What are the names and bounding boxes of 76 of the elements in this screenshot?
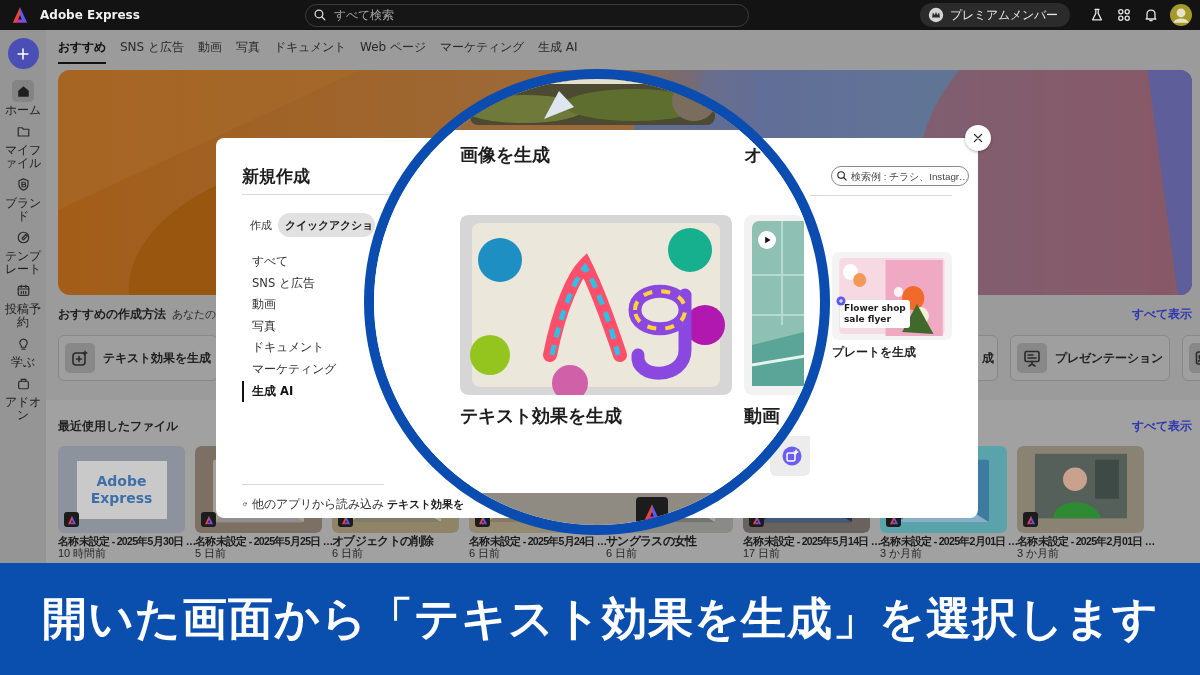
app-name: Adobe Express bbox=[40, 8, 140, 22]
file-time: 3 か月前 bbox=[1017, 547, 1061, 559]
quick-action-card[interactable]: テキスト効果を生成 bbox=[58, 335, 218, 381]
file-time: 17 日前 bbox=[743, 547, 782, 559]
card-title: テキスト効果を bbox=[387, 498, 464, 512]
import-link[interactable]: 他のアプリから読み込み bbox=[242, 497, 384, 512]
file-time: 5 日前 bbox=[195, 547, 228, 559]
category-tab[interactable]: マーケティング bbox=[440, 39, 524, 64]
bag-icon bbox=[15, 375, 31, 391]
search-icon bbox=[313, 7, 327, 22]
category-tab[interactable]: Web ページ bbox=[360, 39, 426, 64]
category-tab[interactable]: SNS と広告 bbox=[120, 39, 185, 64]
category-item[interactable]: 生成 AI bbox=[242, 380, 294, 403]
calendar-icon bbox=[15, 282, 31, 298]
logo-icon[interactable] bbox=[11, 6, 29, 24]
nav-item[interactable]: アドオン bbox=[0, 372, 46, 422]
file-time: 6 日前 bbox=[332, 547, 365, 559]
nav-item[interactable]: 学ぶ bbox=[0, 332, 46, 369]
category-item[interactable]: ドキュメント bbox=[242, 337, 324, 359]
document-title: Adobe Express bbox=[76, 460, 167, 519]
file-name[interactable]: 名称未設定 - 2025年5月14日 … bbox=[743, 535, 880, 547]
file-time: 10 時間前 bbox=[58, 547, 107, 559]
avatar[interactable] bbox=[1170, 4, 1192, 26]
presentation-icon bbox=[1022, 348, 1042, 368]
template-icon bbox=[15, 229, 31, 245]
app-badge-icon bbox=[64, 512, 79, 527]
file-name[interactable]: 名称未設定 - 2025年5月30日 … bbox=[58, 535, 195, 547]
app-badge-icon bbox=[1023, 512, 1038, 527]
file-name[interactable]: 名称未設定 - 2025年2月01日 … bbox=[880, 535, 1017, 547]
nav-item[interactable]: テンプレート bbox=[0, 226, 46, 276]
flask-icon[interactable] bbox=[1089, 7, 1105, 23]
see-all-link[interactable]: すべて表示 bbox=[1132, 306, 1192, 323]
category-tab[interactable]: 写真 bbox=[236, 39, 261, 64]
nav-item[interactable]: 投稿予約 bbox=[0, 279, 46, 329]
bell-icon[interactable] bbox=[1143, 7, 1159, 23]
card-title: 動画 bbox=[744, 405, 781, 427]
file-name[interactable]: 名称未設定 - 2025年5月24日 … bbox=[469, 535, 606, 547]
sparkle-text-icon bbox=[70, 348, 90, 368]
search-field[interactable]: すべて検索 bbox=[305, 3, 749, 27]
file-time: 6 日前 bbox=[469, 547, 502, 559]
category-item[interactable]: 動画 bbox=[242, 294, 276, 316]
section-subtitle: あなたの bbox=[172, 307, 216, 322]
category-tab[interactable]: 動画 bbox=[198, 39, 223, 64]
brand-icon bbox=[15, 176, 31, 192]
category-item[interactable]: 写真 bbox=[242, 315, 276, 338]
prompt-label: Flower shop sale flyer bbox=[840, 300, 910, 328]
file-time: 6 日前 bbox=[606, 547, 639, 559]
card-title: テキスト効果を生成 bbox=[460, 405, 623, 427]
section-title: おすすめの作成方法 bbox=[58, 306, 166, 323]
file-time: 3 か月前 bbox=[880, 547, 924, 559]
category-tab[interactable]: おすすめ bbox=[58, 39, 106, 64]
section-title: 最近使用したファイル bbox=[58, 418, 178, 435]
nav-item[interactable]: マイファイル bbox=[0, 120, 46, 170]
card-title: プレートを生成 bbox=[832, 345, 917, 360]
file-name[interactable]: 名称未設定 - 2025年5月25日 … bbox=[195, 535, 332, 547]
home-icon bbox=[15, 83, 31, 99]
refresh-icon bbox=[242, 499, 248, 510]
nav-item[interactable]: ブランド bbox=[0, 173, 46, 223]
sparkle-icon bbox=[782, 446, 802, 466]
category-item[interactable]: マーケティング bbox=[242, 358, 336, 381]
apps-icon[interactable] bbox=[1116, 7, 1132, 23]
app-badge-icon bbox=[201, 512, 216, 527]
file-name[interactable]: サングラスの女性 bbox=[606, 535, 743, 547]
quick-action-card[interactable]: プレゼンテーション bbox=[1010, 335, 1170, 381]
category-tab[interactable]: 生成 AI bbox=[538, 39, 578, 64]
category-tab[interactable]: ドキュメント bbox=[274, 39, 347, 64]
file-name[interactable]: オブジェクトの削除 bbox=[332, 535, 469, 547]
create-button[interactable] bbox=[7, 38, 39, 69]
nav-item[interactable]: ホーム bbox=[0, 80, 46, 117]
premium-button[interactable]: プレミアムメンバー bbox=[920, 3, 1070, 27]
plus-icon bbox=[16, 46, 30, 61]
crown-icon bbox=[928, 7, 944, 23]
sparkle-icon bbox=[836, 296, 846, 306]
see-all-link[interactable]: すべて表示 bbox=[1132, 418, 1192, 435]
file-name[interactable]: 名称未設定 - 2025年2月01日 … bbox=[1017, 535, 1154, 547]
caption-text: 開いた画面から「テキスト効果を生成」を選択します bbox=[41, 591, 1159, 647]
